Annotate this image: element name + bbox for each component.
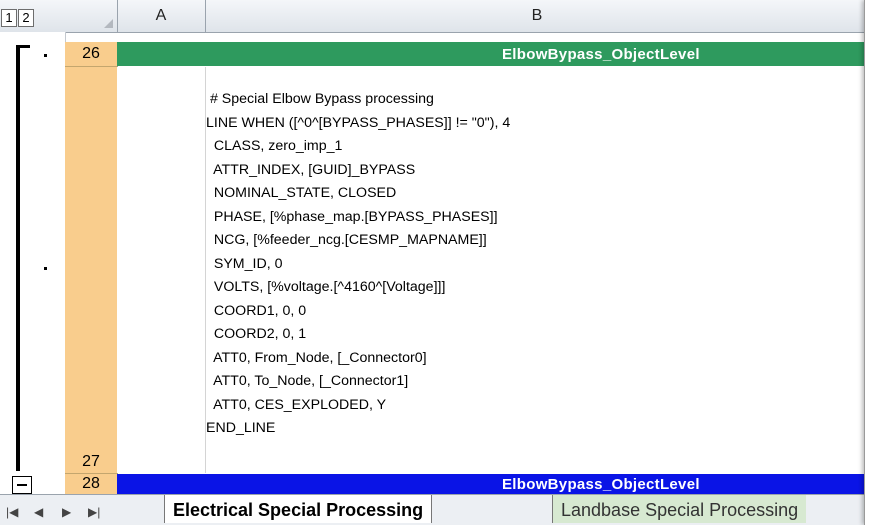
outline-level-1-button[interactable]: 1 — [1, 9, 17, 27]
collapse-group-button[interactable] — [12, 476, 32, 494]
column-header-a[interactable]: A — [117, 0, 206, 32]
outline-dot-row-27 — [44, 267, 47, 270]
cell-b27-text[interactable]: # Special Elbow Bypass processing LINE W… — [206, 88, 510, 441]
code-line: NOMINAL_STATE, CLOSED — [206, 185, 397, 201]
code-line: CLASS, zero_imp_1 — [206, 138, 343, 154]
outline-level-2-button[interactable]: 2 — [18, 9, 34, 27]
code-line: ATT0, From_Node, [_Connector0] — [206, 349, 427, 366]
spreadsheet-window: 1 2 A B 26 27 28 ElbowBypass_ObjectLevel… — [0, 0, 868, 525]
sheet-tab-bar: |◀ ◀ ▶ ▶| Electrical Special Processing … — [0, 494, 868, 525]
prev-sheet-icon[interactable]: ◀ — [34, 505, 43, 519]
select-all-triangle-icon — [104, 19, 113, 28]
code-line: LINE WHEN ([^0^[BYPASS_PHASES]] != "0"),… — [206, 114, 511, 131]
code-line: ATTR_INDEX, [GUID]_BYPASS — [206, 161, 416, 178]
column-header-bar: 1 2 A B — [0, 0, 868, 33]
torn-edge — [864, 0, 881, 525]
sheet-tab-landbase-special-processing[interactable]: Landbase Special Processing — [552, 495, 807, 523]
code-line: COORD2, 0, 1 — [206, 326, 307, 342]
first-sheet-icon[interactable]: |◀ — [6, 505, 18, 519]
outline-gutter — [0, 32, 66, 494]
outline-dot-row-26 — [44, 54, 47, 57]
cell-a27[interactable] — [117, 67, 206, 473]
select-all-corner[interactable] — [65, 0, 118, 32]
code-line: ATT0, To_Node, [_Connector1] — [206, 373, 409, 389]
code-line: END_LINE — [206, 420, 276, 436]
band-bottom-label: ElbowBypass_ObjectLevel — [502, 476, 700, 493]
row-header-28[interactable]: 28 — [65, 474, 118, 495]
row-header-27-label: 27 — [82, 453, 100, 470]
column-header-b[interactable]: B — [206, 0, 868, 32]
code-line: SYM_ID, 0 — [206, 255, 283, 272]
code-line: COORD1, 0, 0 — [206, 302, 307, 319]
row-header-26[interactable]: 26 — [65, 42, 118, 67]
code-line: NCG, [%feeder_ncg.[CESMP_MAPNAME]] — [206, 232, 487, 248]
code-line: PHASE, [%phase_map.[BYPASS_PHASES]] — [206, 208, 498, 225]
group-bracket-line — [16, 45, 20, 471]
group-bracket-top — [16, 45, 30, 48]
band-top-label: ElbowBypass_ObjectLevel — [502, 46, 700, 63]
code-line: VOLTS, [%voltage.[^4160^[Voltage]]] — [206, 279, 446, 295]
minus-icon — [17, 484, 27, 486]
code-line: # Special Elbow Bypass processing — [206, 91, 434, 107]
row-header-27[interactable]: 27 — [65, 67, 118, 474]
object-level-band-top[interactable]: ElbowBypass_ObjectLevel — [117, 42, 868, 66]
last-sheet-icon[interactable]: ▶| — [88, 505, 100, 519]
code-line: ATT0, CES_EXPLODED, Y — [206, 396, 387, 413]
next-sheet-icon[interactable]: ▶ — [62, 505, 71, 519]
sheet-tab-electrical-special-processing[interactable]: Electrical Special Processing — [164, 495, 433, 523]
object-level-band-bottom[interactable]: ElbowBypass_ObjectLevel — [117, 474, 868, 494]
